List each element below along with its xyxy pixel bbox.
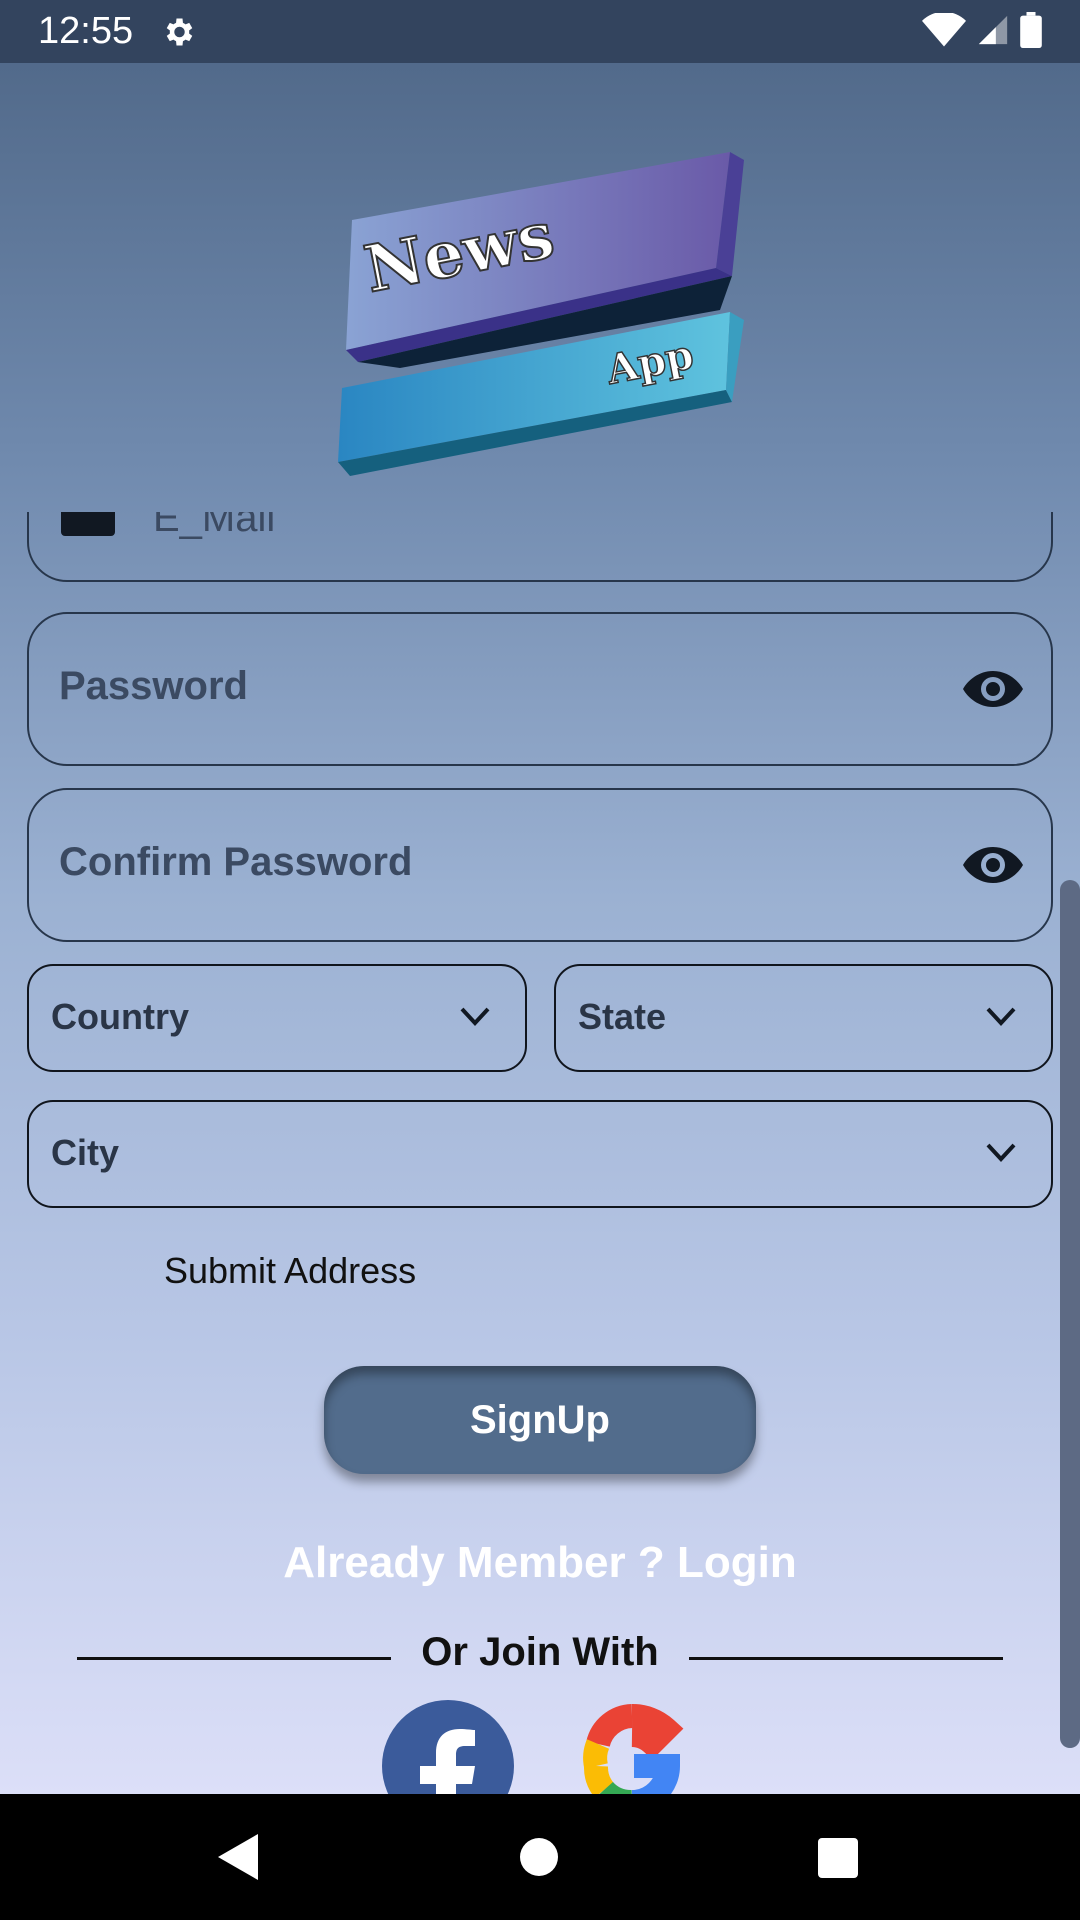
confirm-password-field[interactable]: Confirm Password <box>27 788 1053 942</box>
google-login-button[interactable] <box>570 1704 694 1794</box>
facebook-icon <box>420 1729 475 1794</box>
country-label: Country <box>51 996 189 1037</box>
chevron-down-icon <box>460 1007 490 1026</box>
signup-button[interactable]: SignUp <box>324 1366 756 1474</box>
state-dropdown[interactable]: State <box>554 964 1053 1072</box>
email-field-clip: E_Mail <box>0 512 1080 592</box>
battery-icon <box>1020 12 1042 48</box>
chevron-down-icon <box>986 1007 1016 1026</box>
confirm-password-placeholder: Confirm Password <box>59 840 413 884</box>
google-icon <box>583 1704 684 1794</box>
submit-address-button[interactable]: Submit Address <box>164 1250 416 1292</box>
home-icon[interactable] <box>520 1838 558 1876</box>
password-field[interactable]: Password <box>27 612 1053 766</box>
state-label: State <box>578 996 667 1037</box>
news-app-logo: News App <box>338 152 744 476</box>
wifi-icon <box>922 13 966 47</box>
settings-icon <box>166 18 193 46</box>
status-bar: 12:55 <box>0 0 1080 63</box>
password-placeholder: Password <box>59 664 248 708</box>
city-label: City <box>51 1132 120 1173</box>
city-dropdown[interactable]: City <box>27 1100 1053 1208</box>
facebook-login-button[interactable] <box>382 1700 514 1794</box>
divider-right <box>689 1657 1003 1660</box>
country-dropdown[interactable]: Country <box>27 964 527 1072</box>
status-icons <box>922 12 1042 48</box>
scrollbar[interactable] <box>1060 880 1080 1748</box>
login-link[interactable]: Already Member ? Login <box>0 1538 1080 1588</box>
email-icon <box>61 512 115 536</box>
cell-signal-icon <box>978 15 1008 45</box>
signup-screen: 12:55 News App E_Mail Password Confirm P… <box>0 0 1080 1794</box>
chevron-down-icon <box>986 1143 1016 1162</box>
email-label: E_Mail <box>153 512 276 540</box>
status-time: 12:55 <box>38 10 134 52</box>
recents-icon[interactable] <box>818 1838 858 1878</box>
eye-icon[interactable] <box>963 845 1023 885</box>
signup-label: SignUp <box>470 1397 610 1442</box>
or-join-with-label: Or Join With <box>421 1630 659 1674</box>
navigation-bar <box>0 1794 1080 1920</box>
email-field[interactable]: E_Mail <box>27 512 1053 582</box>
back-icon[interactable] <box>218 1834 258 1880</box>
eye-icon[interactable] <box>963 669 1023 709</box>
